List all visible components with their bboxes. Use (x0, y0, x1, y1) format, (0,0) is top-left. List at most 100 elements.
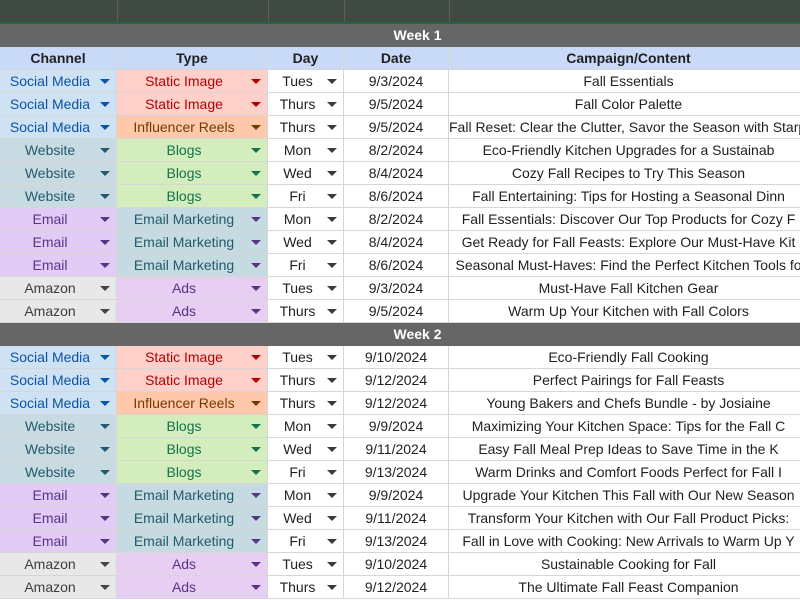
type-dropdown[interactable]: Static Image (117, 346, 268, 369)
channel-dropdown[interactable]: Social Media (0, 392, 117, 415)
chevron-down-icon[interactable] (100, 170, 110, 176)
channel-dropdown[interactable]: Social Media (0, 346, 117, 369)
day-dropdown[interactable]: Tues (268, 277, 344, 300)
chevron-down-icon[interactable] (251, 515, 261, 521)
chevron-down-icon[interactable] (100, 354, 110, 360)
chevron-down-icon[interactable] (327, 193, 337, 199)
date-cell[interactable]: 8/4/2024 (344, 231, 449, 254)
channel-dropdown[interactable]: Website (0, 139, 117, 162)
header-type[interactable]: Type (117, 47, 268, 70)
day-dropdown[interactable]: Thurs (268, 576, 344, 599)
chevron-down-icon[interactable] (327, 78, 337, 84)
type-dropdown[interactable]: Email Marketing (117, 254, 268, 277)
channel-dropdown[interactable]: Email (0, 530, 117, 553)
type-dropdown[interactable]: Ads (117, 553, 268, 576)
chevron-down-icon[interactable] (100, 308, 110, 314)
type-dropdown[interactable]: Static Image (117, 93, 268, 116)
day-dropdown[interactable]: Mon (268, 208, 344, 231)
date-cell[interactable]: 9/9/2024 (344, 484, 449, 507)
chevron-down-icon[interactable] (100, 78, 110, 84)
type-dropdown[interactable]: Email Marketing (117, 208, 268, 231)
day-dropdown[interactable]: Tues (268, 70, 344, 93)
type-dropdown[interactable]: Email Marketing (117, 507, 268, 530)
campaign-cell[interactable]: Fall Color Palette (449, 93, 800, 116)
day-dropdown[interactable]: Fri (268, 530, 344, 553)
chevron-down-icon[interactable] (251, 193, 261, 199)
type-dropdown[interactable]: Ads (117, 277, 268, 300)
channel-dropdown[interactable]: Website (0, 461, 117, 484)
channel-dropdown[interactable]: Website (0, 185, 117, 208)
day-dropdown[interactable]: Wed (268, 438, 344, 461)
date-cell[interactable]: 9/11/2024 (344, 507, 449, 530)
day-dropdown[interactable]: Fri (268, 254, 344, 277)
date-cell[interactable]: 9/3/2024 (344, 70, 449, 93)
chevron-down-icon[interactable] (327, 308, 337, 314)
chevron-down-icon[interactable] (100, 262, 110, 268)
chevron-down-icon[interactable] (327, 285, 337, 291)
campaign-cell[interactable]: Eco-Friendly Fall Cooking (449, 346, 800, 369)
chevron-down-icon[interactable] (327, 538, 337, 544)
chevron-down-icon[interactable] (327, 170, 337, 176)
type-dropdown[interactable]: Email Marketing (117, 484, 268, 507)
chevron-down-icon[interactable] (327, 262, 337, 268)
channel-dropdown[interactable]: Social Media (0, 369, 117, 392)
campaign-cell[interactable]: The Ultimate Fall Feast Companion (449, 576, 800, 599)
channel-dropdown[interactable]: Amazon (0, 300, 117, 323)
channel-dropdown[interactable]: Email (0, 254, 117, 277)
chevron-down-icon[interactable] (327, 515, 337, 521)
day-dropdown[interactable]: Mon (268, 415, 344, 438)
type-dropdown[interactable]: Blogs (117, 438, 268, 461)
campaign-cell[interactable]: Young Bakers and Chefs Bundle - by Josia… (449, 392, 800, 415)
header-day[interactable]: Day (268, 47, 344, 70)
chevron-down-icon[interactable] (251, 584, 261, 590)
day-dropdown[interactable]: Mon (268, 139, 344, 162)
type-dropdown[interactable]: Influencer Reels (117, 392, 268, 415)
chevron-down-icon[interactable] (100, 147, 110, 153)
chevron-down-icon[interactable] (100, 492, 110, 498)
chevron-down-icon[interactable] (251, 423, 261, 429)
campaign-cell[interactable]: Fall Entertaining: Tips for Hosting a Se… (449, 185, 800, 208)
campaign-cell[interactable]: Fall in Love with Cooking: New Arrivals … (449, 530, 800, 553)
campaign-cell[interactable]: Warm Up Your Kitchen with Fall Colors (449, 300, 800, 323)
chevron-down-icon[interactable] (327, 446, 337, 452)
campaign-cell[interactable]: Upgrade Your Kitchen This Fall with Our … (449, 484, 800, 507)
chevron-down-icon[interactable] (327, 377, 337, 383)
campaign-cell[interactable]: Must-Have Fall Kitchen Gear (449, 277, 800, 300)
channel-dropdown[interactable]: Amazon (0, 277, 117, 300)
day-dropdown[interactable]: Wed (268, 507, 344, 530)
channel-dropdown[interactable]: Email (0, 231, 117, 254)
chevron-down-icon[interactable] (100, 423, 110, 429)
chevron-down-icon[interactable] (327, 354, 337, 360)
date-cell[interactable]: 9/12/2024 (344, 576, 449, 599)
header-channel[interactable]: Channel (0, 47, 117, 70)
channel-dropdown[interactable]: Email (0, 484, 117, 507)
channel-dropdown[interactable]: Website (0, 415, 117, 438)
chevron-down-icon[interactable] (100, 193, 110, 199)
chevron-down-icon[interactable] (251, 469, 261, 475)
type-dropdown[interactable]: Static Image (117, 369, 268, 392)
type-dropdown[interactable]: Static Image (117, 70, 268, 93)
chevron-down-icon[interactable] (327, 561, 337, 567)
campaign-cell[interactable]: Warm Drinks and Comfort Foods Perfect fo… (449, 461, 800, 484)
chevron-down-icon[interactable] (251, 101, 261, 107)
chevron-down-icon[interactable] (251, 216, 261, 222)
channel-dropdown[interactable]: Social Media (0, 70, 117, 93)
chevron-down-icon[interactable] (100, 469, 110, 475)
chevron-down-icon[interactable] (251, 446, 261, 452)
chevron-down-icon[interactable] (251, 285, 261, 291)
type-dropdown[interactable]: Ads (117, 300, 268, 323)
type-dropdown[interactable]: Blogs (117, 139, 268, 162)
date-cell[interactable]: 9/12/2024 (344, 392, 449, 415)
campaign-cell[interactable]: Maximizing Your Kitchen Space: Tips for … (449, 415, 800, 438)
chevron-down-icon[interactable] (251, 400, 261, 406)
campaign-cell[interactable]: Sustainable Cooking for Fall (449, 553, 800, 576)
chevron-down-icon[interactable] (251, 561, 261, 567)
day-dropdown[interactable]: Wed (268, 231, 344, 254)
date-cell[interactable]: 9/11/2024 (344, 438, 449, 461)
chevron-down-icon[interactable] (100, 561, 110, 567)
chevron-down-icon[interactable] (100, 538, 110, 544)
date-cell[interactable]: 9/12/2024 (344, 369, 449, 392)
campaign-cell[interactable]: Cozy Fall Recipes to Try This Season (449, 162, 800, 185)
chevron-down-icon[interactable] (100, 584, 110, 590)
campaign-cell[interactable]: Perfect Pairings for Fall Feasts (449, 369, 800, 392)
